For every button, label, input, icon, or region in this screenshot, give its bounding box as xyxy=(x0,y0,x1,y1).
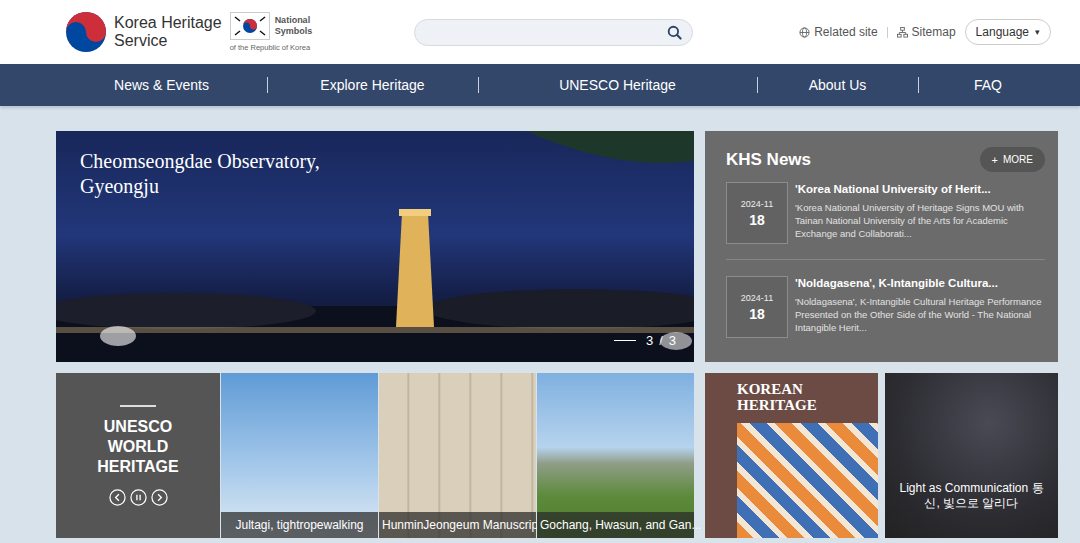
total-slides: 3 xyxy=(669,333,676,348)
logo-text: Korea HeritageService xyxy=(114,14,222,50)
symbols-subtitle: of the Republic of Korea xyxy=(230,43,313,52)
banner[interactable]: KOREAN HERITAGE xyxy=(705,373,878,538)
caption-line: Gyeongju xyxy=(80,174,320,199)
previous-icon[interactable] xyxy=(109,489,126,506)
next-icon[interactable] xyxy=(151,489,168,506)
nav-item[interactable]: About Us xyxy=(757,64,918,106)
search-input[interactable] xyxy=(429,24,667,41)
nav-item[interactable]: FAQ xyxy=(918,64,1058,106)
pager-separator: / xyxy=(659,333,663,348)
news-title: 'Korea National University of Herit... xyxy=(795,182,1045,197)
nav-item[interactable]: Explore Heritage xyxy=(267,64,478,106)
news-text: 'Korea National University of Herit... 'K… xyxy=(795,182,1045,244)
date-day: 18 xyxy=(749,212,765,228)
banner-artwork xyxy=(737,423,878,538)
search-icon[interactable] xyxy=(667,25,682,40)
date-month: 2024-11 xyxy=(741,199,773,209)
caret-icon: ▾ xyxy=(1035,27,1040,37)
date-box: 2024-11 18 xyxy=(726,182,788,244)
slide-pagination: 3 / 3 xyxy=(614,333,676,348)
national-symbols[interactable]: NationalSymbols of the Republic of Korea xyxy=(230,12,313,52)
main-nav: News & EventsExplore HeritageUNESCO Heri… xyxy=(0,64,1080,106)
news-item[interactable]: 2024-11 18 'Noldagasena', K-Intangible Cul… xyxy=(726,276,1045,353)
news-title: 'Noldagasena', K-Intangible Cultura... xyxy=(795,276,1045,291)
hero-caption: Cheomseongdae Observatory,Gyeongju xyxy=(80,149,320,199)
more-button[interactable]: + MORE xyxy=(980,147,1045,172)
banner-caption: Light as Communication 통신, 빛으로 알리다 xyxy=(895,481,1048,511)
news-summary: 'Noldagasena', K-Intangible Cultural Her… xyxy=(795,295,1045,334)
date-box: 2024-11 18 xyxy=(726,276,788,338)
separator xyxy=(887,27,888,38)
nav-inner: News & EventsExplore HeritageUNESCO Heri… xyxy=(56,64,1080,106)
language-label: Language xyxy=(976,25,1029,39)
flag-icon xyxy=(230,12,270,40)
sitemap-icon xyxy=(897,27,908,38)
heritage-tile[interactable]: Gochang, Hwasun, and Gan... xyxy=(537,373,694,538)
sitemap-link[interactable]: Sitemap xyxy=(897,25,956,39)
utility-links: Related site Sitemap Language ▾ xyxy=(693,19,1051,45)
heritage-tile[interactable]: Jultagi, tightropewalking xyxy=(221,373,378,538)
related-site-link[interactable]: Related site xyxy=(799,25,877,39)
news-header: KHS News + MORE xyxy=(726,147,1045,172)
unesco-strip: UNESCOWORLDHERITAGE Jultagi, tightropewal… xyxy=(56,373,694,538)
link-label: Sitemap xyxy=(912,25,956,39)
tile-caption: Jultagi, tightropewalking xyxy=(221,512,378,538)
logo[interactable]: Korea HeritageService xyxy=(65,11,222,53)
date-day: 18 xyxy=(749,306,765,322)
unesco-title-tile: UNESCOWORLDHERITAGE xyxy=(56,373,220,538)
news-text: 'Noldagasena', K-Intangible Cultura... 'N… xyxy=(795,276,1045,338)
taegeuk-logo-icon xyxy=(65,11,107,53)
caption-line: Cheomseongdae Observatory, xyxy=(80,149,320,174)
link-label: Related site xyxy=(814,25,877,39)
nav-item[interactable]: UNESCO Heritage xyxy=(478,64,757,106)
header: Korea HeritageService NationalSymbols of t… xyxy=(0,0,1080,64)
news-panel: KHS News + MORE 2024-11 18 'Korea National Un… xyxy=(705,131,1058,362)
symbols-line: National xyxy=(275,15,313,26)
globe-icon xyxy=(799,27,810,38)
symbols-words: NationalSymbols xyxy=(275,15,313,37)
tile-caption: Gochang, Hwasun, and Gan... xyxy=(537,512,694,538)
symbols-line: Symbols xyxy=(275,26,313,37)
more-label: MORE xyxy=(1003,154,1033,165)
news-item[interactable]: 2024-11 18 'Korea National University of H… xyxy=(726,182,1045,260)
pause-icon[interactable] xyxy=(130,489,147,506)
search-box[interactable] xyxy=(414,19,693,46)
tile-caption: HunminJeongeum Manuscript xyxy=(379,512,536,538)
logo-line: Service xyxy=(114,32,222,50)
brand: Korea HeritageService NationalSymbols of t… xyxy=(65,11,414,53)
title-line: UNESCO xyxy=(104,417,172,437)
hero-slider[interactable]: Cheomseongdae Observatory,Gyeongju 3 / 3 xyxy=(56,131,694,362)
nav-item[interactable]: News & Events xyxy=(56,64,267,106)
banner[interactable]: Light as Communication 통신, 빛으로 알리다 xyxy=(885,373,1058,538)
slider-controls xyxy=(109,489,168,506)
language-button[interactable]: Language ▾ xyxy=(965,19,1051,45)
pager-line xyxy=(614,340,636,341)
main-content: Cheomseongdae Observatory,Gyeongju 3 / 3 KHS… xyxy=(56,106,1080,538)
heritage-tile[interactable]: HunminJeongeum Manuscript xyxy=(379,373,536,538)
page: Korea HeritageService NationalSymbols of t… xyxy=(0,0,1080,543)
symbols-top: NationalSymbols xyxy=(230,12,313,40)
news-title: KHS News xyxy=(726,150,811,170)
news-summary: 'Korea National University of Heritage S… xyxy=(795,201,1045,240)
title-line: WORLD xyxy=(108,437,168,457)
logo-line: Korea Heritage xyxy=(114,14,222,32)
banner-title: KOREAN HERITAGE xyxy=(737,381,847,413)
current-slide: 3 xyxy=(646,333,653,348)
plus-icon: + xyxy=(992,154,998,166)
title-line: HERITAGE xyxy=(97,457,178,477)
title-rule xyxy=(120,405,156,407)
unesco-title: UNESCOWORLDHERITAGE xyxy=(97,417,178,477)
date-month: 2024-11 xyxy=(741,293,773,303)
banner-strip: KOREAN HERITAGE Light as Communication 통신… xyxy=(705,373,1058,538)
